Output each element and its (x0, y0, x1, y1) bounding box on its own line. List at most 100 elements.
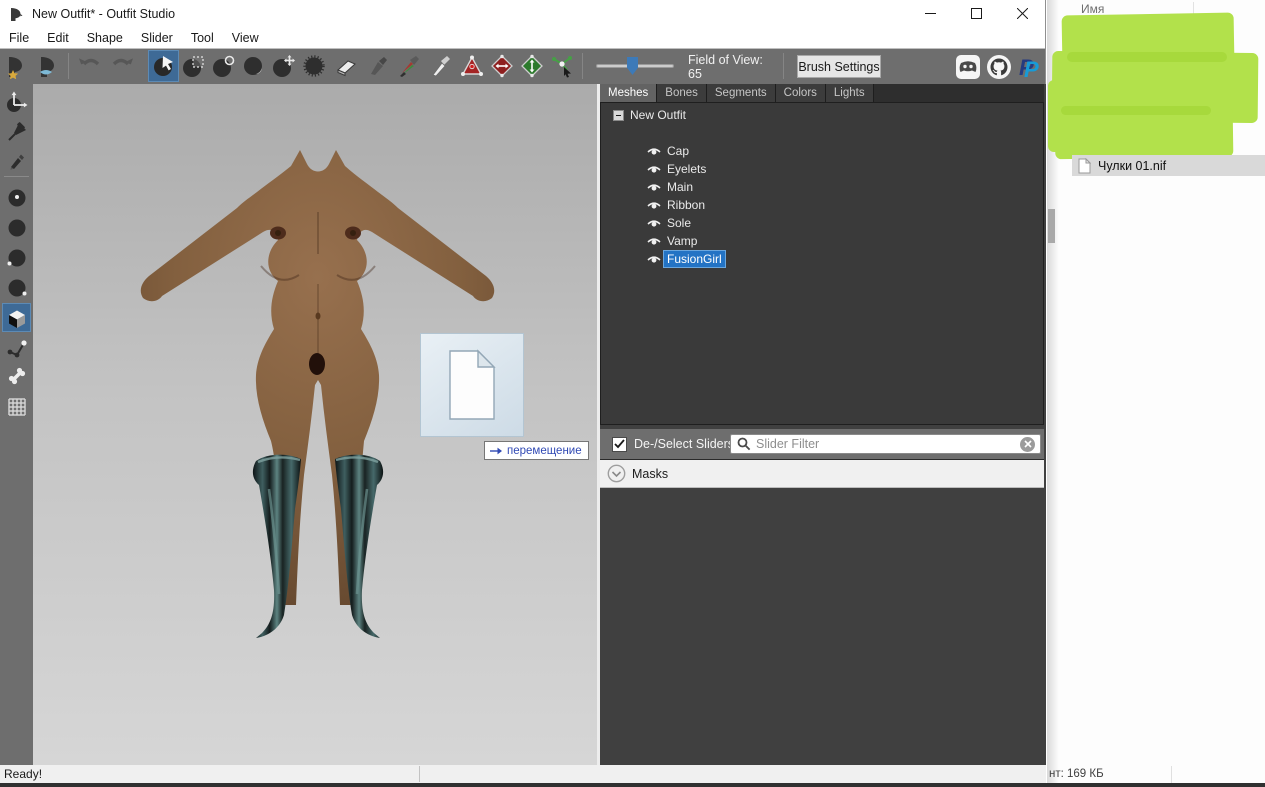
toolbar-separator (68, 53, 69, 79)
side-toolbar-separator (4, 176, 29, 177)
tree-item-main[interactable]: Main (601, 178, 696, 196)
masks-section-label: Masks (632, 467, 668, 481)
smooth-brush-button[interactable] (299, 51, 328, 81)
clear-filter-button[interactable] (1020, 437, 1035, 452)
menu-view[interactable]: View (223, 29, 268, 47)
tree-item-sole[interactable]: Sole (601, 214, 694, 232)
github-button[interactable] (985, 53, 1013, 81)
inflate-brush-button[interactable] (209, 51, 238, 81)
tree-item-ribbon[interactable]: Ribbon (601, 196, 708, 214)
toolbar-separator (582, 53, 583, 79)
textured-view-button[interactable] (3, 304, 30, 331)
status-text: Ready! (4, 767, 42, 781)
tree-item-label: Cap (664, 143, 692, 159)
maximize-button[interactable] (953, 0, 999, 27)
brush-settings-button[interactable]: Brush Settings (797, 55, 881, 78)
collapse-vertex-button[interactable] (457, 51, 486, 81)
move-brush-button[interactable] (269, 51, 298, 81)
menu-slider[interactable]: Slider (132, 29, 182, 47)
field-of-view-label: Field of View: 65 (688, 49, 778, 84)
light-right-button[interactable] (3, 274, 30, 301)
view-toolbar (0, 84, 33, 765)
deselect-sliders-checkbox[interactable] (612, 437, 627, 452)
toolbar-separator (783, 53, 784, 79)
eye-icon[interactable] (647, 200, 661, 211)
menu-tool[interactable]: Tool (182, 29, 223, 47)
load-project-button[interactable] (34, 51, 63, 81)
scrollbar-thumb[interactable] (1048, 209, 1055, 243)
masks-section-header[interactable]: Masks (600, 459, 1044, 488)
sliders-list-empty (600, 489, 1044, 765)
highlight-scribble (1048, 80, 1070, 152)
window-title: New Outfit* - Outfit Studio (32, 7, 175, 21)
eye-icon[interactable] (647, 164, 661, 175)
floor-grid-button[interactable] (3, 392, 30, 419)
close-button[interactable] (999, 0, 1045, 27)
select-tool-button[interactable] (149, 51, 178, 81)
weight-brush-button[interactable] (363, 51, 392, 81)
eye-icon[interactable] (647, 182, 661, 193)
mask-brush-button[interactable] (179, 51, 208, 81)
collapse-icon[interactable] (613, 110, 624, 121)
panel-tabs: Meshes Bones Segments Colors Lights (600, 84, 1044, 102)
minimize-button[interactable] (907, 0, 953, 27)
light-plain-button[interactable] (3, 214, 30, 241)
light-left-button[interactable] (3, 244, 30, 271)
tree-item-cap[interactable]: Cap (601, 142, 692, 160)
paypal-button[interactable]: PP (1015, 53, 1043, 81)
status-bar-divider (419, 766, 420, 782)
light-center-button[interactable] (3, 184, 30, 211)
menu-file[interactable]: File (0, 29, 38, 47)
deflate-brush-button[interactable] (239, 51, 268, 81)
tree-root[interactable]: New Outfit (601, 106, 686, 124)
alpha-brush-button[interactable] (425, 51, 454, 81)
tab-lights[interactable]: Lights (826, 84, 874, 102)
file-row[interactable]: Чулки 01.nif (1072, 155, 1265, 176)
menu-edit[interactable]: Edit (38, 29, 78, 47)
tree-item-label: Main (664, 179, 696, 195)
eye-icon[interactable] (647, 236, 661, 247)
tree-item-fusiongirl[interactable]: FusionGirl (601, 250, 725, 268)
bone-view-button[interactable] (3, 362, 30, 389)
menu-shape[interactable]: Shape (78, 29, 132, 47)
slider-filter-input[interactable] (756, 437, 1020, 451)
tree-item-vamp[interactable]: Vamp (601, 232, 700, 250)
color-brush-button[interactable] (393, 51, 422, 81)
drag-tooltip: перемещение (484, 441, 589, 460)
edit-bone-button[interactable] (547, 51, 576, 81)
transform-tool-button[interactable] (3, 88, 30, 115)
discord-button[interactable] (954, 53, 982, 81)
new-project-button[interactable] (2, 51, 31, 81)
vertex-view-button[interactable] (3, 334, 30, 361)
menu-bar: File Edit Shape Slider Tool View (0, 27, 1045, 49)
edit-pencil-button[interactable] (3, 147, 30, 174)
eye-icon[interactable] (647, 218, 661, 229)
slider-controls-bar: De-/Select Sliders (600, 429, 1044, 459)
viewport-3d[interactable]: перемещение (33, 84, 597, 765)
undo-button[interactable] (76, 51, 105, 81)
eye-icon[interactable] (647, 254, 661, 265)
title-bar[interactable]: New Outfit* - Outfit Studio (0, 0, 1045, 27)
tab-colors[interactable]: Colors (776, 84, 826, 102)
chevron-down-icon (607, 464, 626, 483)
redo-button[interactable] (106, 51, 135, 81)
split-edge-button[interactable] (517, 51, 546, 81)
tree-item-eyelets[interactable]: Eyelets (601, 160, 709, 178)
flip-edge-button[interactable] (487, 51, 516, 81)
drag-tooltip-text: перемещение (507, 445, 582, 457)
slider-filter-box (730, 434, 1041, 454)
tab-segments[interactable]: Segments (707, 84, 776, 102)
highlight-scribble (1061, 106, 1211, 115)
tree-item-label: Ribbon (664, 197, 708, 213)
tab-bones[interactable]: Bones (657, 84, 707, 102)
eye-icon[interactable] (647, 146, 661, 157)
file-name: Чулки 01.nif (1098, 159, 1166, 173)
eraser-brush-button[interactable] (331, 51, 360, 81)
pin-mask-button[interactable] (3, 118, 30, 145)
move-arrow-icon (489, 446, 503, 456)
document-icon (442, 349, 502, 421)
status-bar: Ready! (0, 765, 1046, 784)
tab-meshes[interactable]: Meshes (600, 84, 657, 102)
right-panel: Meshes Bones Segments Colors Lights New … (597, 84, 1046, 765)
field-of-view-slider-handle[interactable] (627, 57, 638, 75)
